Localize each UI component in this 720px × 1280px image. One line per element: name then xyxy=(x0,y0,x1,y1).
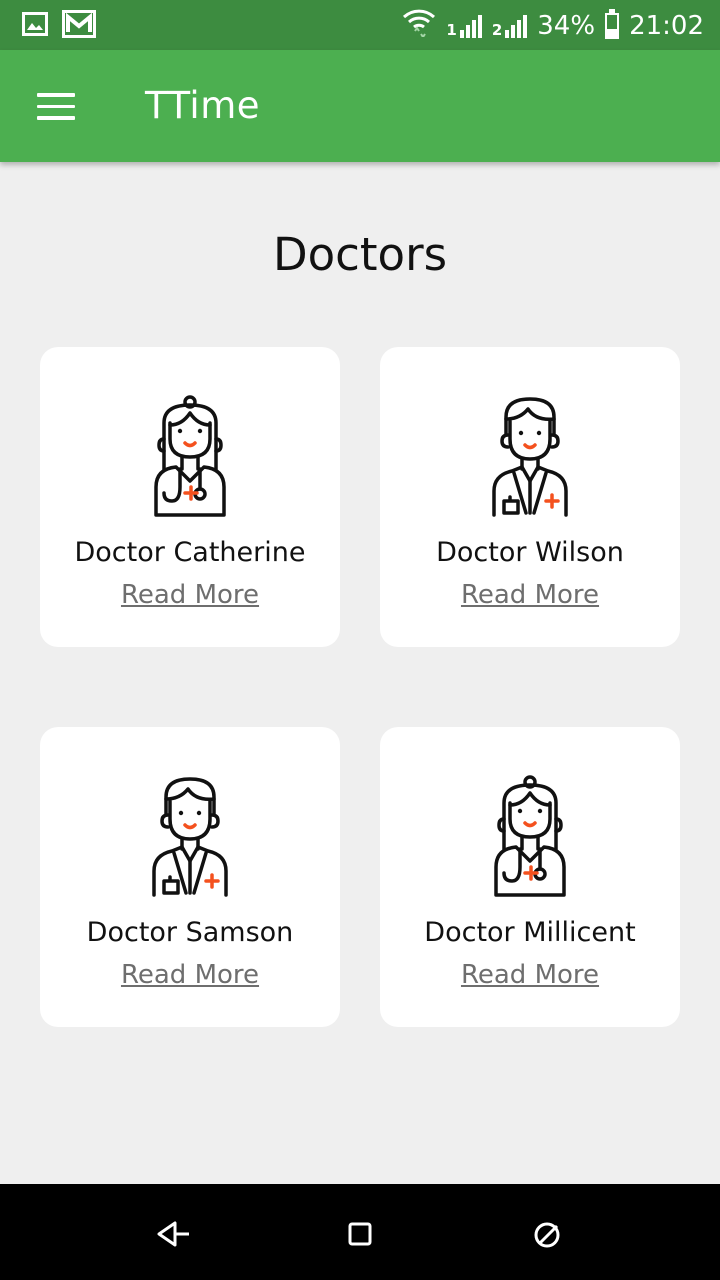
doctor-card[interactable]: Doctor Wilson Read More xyxy=(380,347,680,647)
navigation-bar xyxy=(0,1184,720,1280)
doctor-name: Doctor Catherine xyxy=(74,537,306,568)
doctor-name: Doctor Samson xyxy=(86,917,294,948)
sim2-label: 2 xyxy=(491,20,503,39)
wifi-icon xyxy=(402,7,436,44)
battery-percent: 34% xyxy=(537,10,596,41)
home-icon[interactable] xyxy=(340,1214,380,1254)
back-icon[interactable] xyxy=(153,1214,193,1254)
app-bar: TTime xyxy=(0,50,720,162)
signal-icon-sim1: 1 xyxy=(446,14,482,39)
hamburger-menu-icon[interactable] xyxy=(37,93,75,120)
female-doctor-icon xyxy=(490,775,570,899)
clock: 21:02 xyxy=(629,10,704,41)
status-bar: 1 2 34% 21:02 xyxy=(0,0,720,50)
read-more-link[interactable]: Read More xyxy=(40,580,340,610)
male-doctor-icon xyxy=(150,775,230,899)
recents-icon[interactable] xyxy=(527,1214,567,1254)
battery-icon xyxy=(605,8,620,39)
doctor-name: Doctor Wilson xyxy=(436,537,624,568)
gmail-icon xyxy=(62,10,96,42)
battery-level xyxy=(607,29,618,37)
male-doctor-icon xyxy=(490,395,570,519)
female-doctor-icon xyxy=(150,395,230,519)
page-title: Doctors xyxy=(272,228,448,281)
doctor-name: Doctor Millicent xyxy=(424,917,636,948)
read-more-link[interactable]: Read More xyxy=(380,960,680,990)
app-title: TTime xyxy=(145,84,260,127)
image-icon xyxy=(22,12,48,40)
signal-icon-sim2: 2 xyxy=(491,14,528,39)
read-more-link[interactable]: Read More xyxy=(40,960,340,990)
doctor-card[interactable]: Doctor Millicent Read More xyxy=(380,727,680,1027)
doctor-card[interactable]: Doctor Catherine Read More xyxy=(40,347,340,647)
sim1-label: 1 xyxy=(446,20,457,39)
read-more-link[interactable]: Read More xyxy=(380,580,680,610)
doctor-card[interactable]: Doctor Samson Read More xyxy=(40,727,340,1027)
